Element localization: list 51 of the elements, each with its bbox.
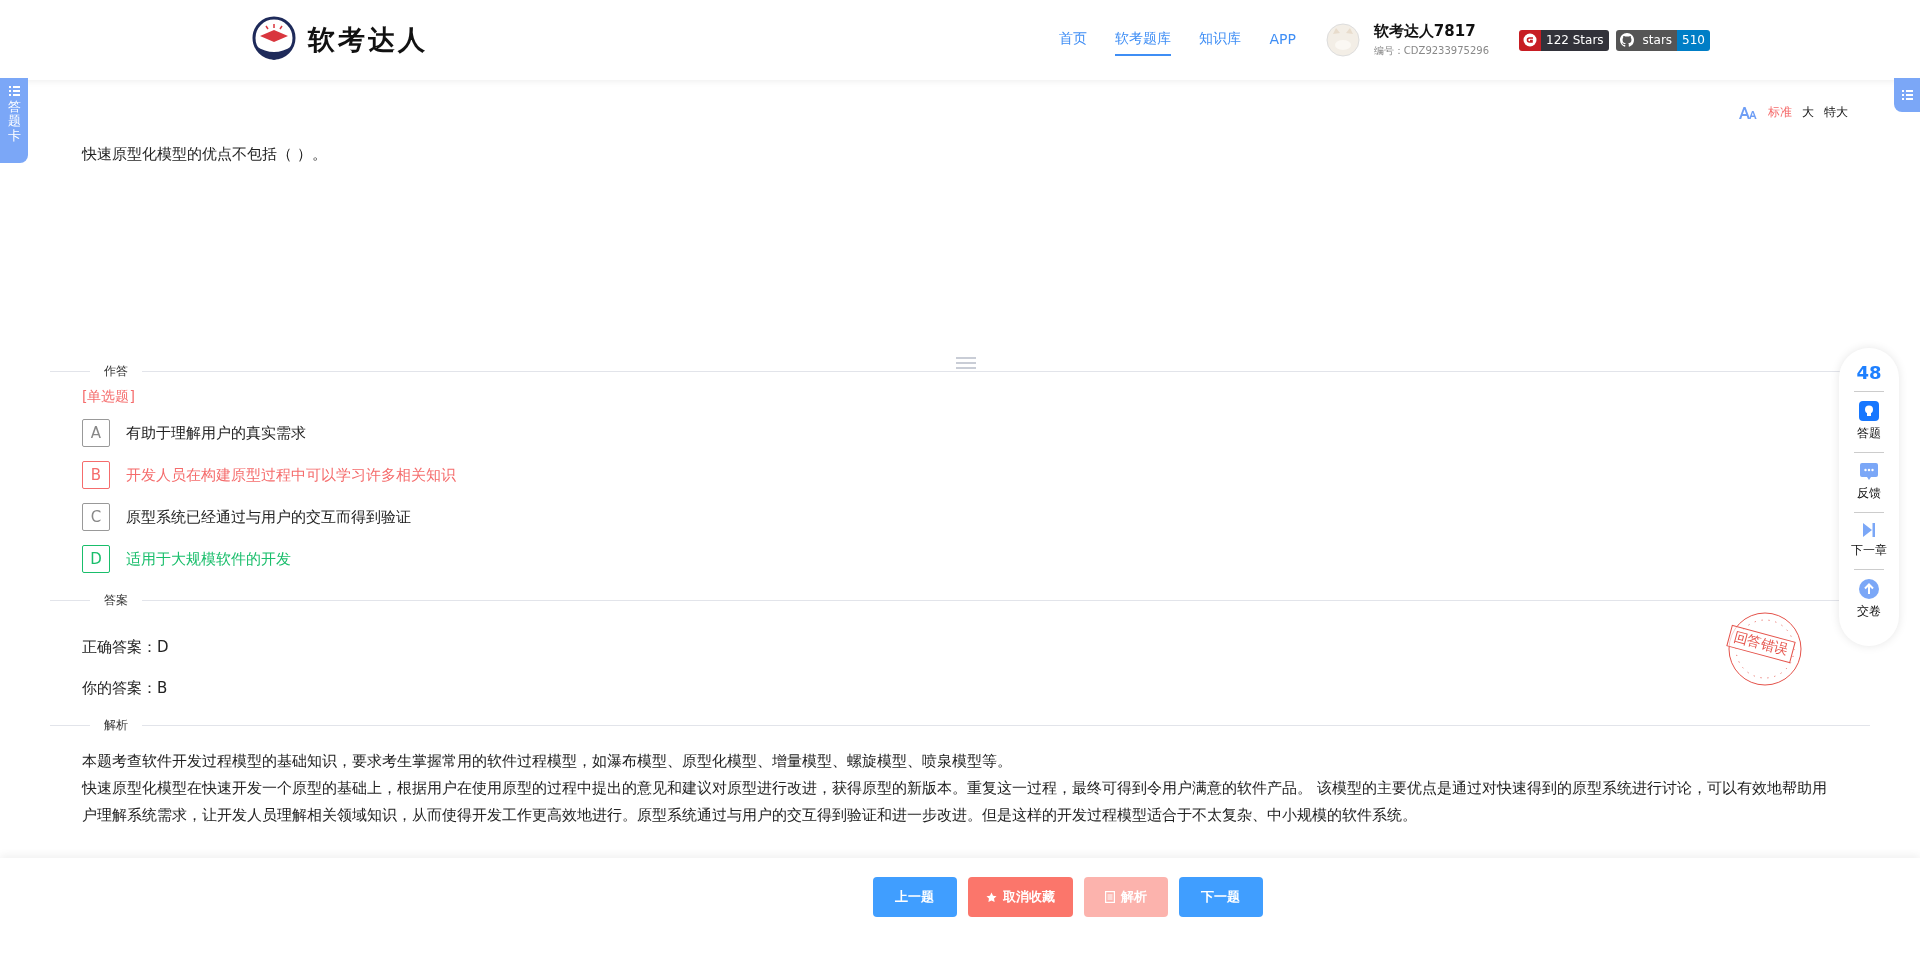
font-size-icon bbox=[1739, 106, 1758, 119]
nav-link[interactable]: 首页 bbox=[1059, 24, 1088, 56]
logo-text: 软考达人 bbox=[308, 23, 428, 57]
answer-card-tab[interactable]: 答题卡 bbox=[0, 78, 28, 163]
list-icon bbox=[1901, 90, 1913, 100]
stars-badge[interactable]: stars 510 bbox=[1615, 29, 1710, 51]
user-name: 软考达人7817 bbox=[1373, 22, 1477, 41]
nav-link[interactable]: APP bbox=[1269, 25, 1296, 55]
nav-link[interactable]: 知识库 bbox=[1199, 24, 1242, 56]
option-text[interactable]: 开发人员在构建原型过程中可以学习许多相关知识 bbox=[126, 465, 456, 485]
g-logo-icon bbox=[1523, 33, 1537, 47]
font-size-option[interactable]: 特大 bbox=[1824, 104, 1848, 121]
section-title: 解析 bbox=[104, 717, 128, 734]
side-action[interactable]: 交卷 bbox=[1857, 603, 1881, 620]
option-letter[interactable]: D bbox=[82, 545, 110, 573]
side-action[interactable]: 下一章 bbox=[1851, 542, 1887, 559]
analysis-paragraph: 本题考查软件开发过程模型的基础知识，要求考生掌握常用的软件过程模型，如瀑布模型、原型化模型、增量模型、螺旋模型、喷泉模型等。 bbox=[81, 751, 1013, 772]
chat-bubble-icon bbox=[1859, 462, 1879, 481]
option-text[interactable]: 原型系统已经通过与用户的交互而得到验证 bbox=[126, 507, 411, 527]
drag-handle-icon[interactable] bbox=[955, 356, 977, 370]
option-letter[interactable]: C bbox=[82, 503, 110, 531]
option-letter[interactable]: A bbox=[82, 419, 110, 447]
menu-tab[interactable] bbox=[1894, 78, 1920, 112]
font-size-option[interactable]: 标准 bbox=[1768, 104, 1792, 121]
side-action[interactable]: 答题 bbox=[1857, 425, 1881, 442]
lightbulb-icon bbox=[1859, 401, 1879, 421]
section-title: 答案 bbox=[104, 592, 128, 609]
option-text[interactable]: 有助于理解用户的真实需求 bbox=[126, 423, 306, 443]
font-size-option[interactable]: 大 bbox=[1802, 104, 1814, 121]
analysis-paragraph: 快速原型化模型在快速开发一个原型的基础上，根据用户在使用原型的过程中提出的意见和建议对原型进行改进，获得原型的新版本。重复这一过程，最终可得到令用户满意的软件产品。 该模型的主要优点是通过对快速得到的原型系统进行讨论，可以有效地帮助用户理解系统需求，让开发人员理解相关领域知识，从而使得开发工作更高效地进行。原型系统通过与用户的交互得到验证和进一步改进。但是这样的开发过程模型适合于不太复杂、中小规模的软件系统。 bbox=[80, 778, 1828, 826]
nav-link[interactable]: 软考题库 bbox=[1115, 24, 1172, 56]
skip-forward-icon bbox=[1862, 522, 1876, 538]
footer-button[interactable]: 下一题 bbox=[1178, 877, 1263, 917]
octocat-icon bbox=[1619, 33, 1634, 47]
your-answer: 你的答案：B bbox=[82, 678, 168, 699]
star-icon bbox=[985, 891, 997, 903]
document-icon bbox=[1104, 891, 1115, 903]
list-icon bbox=[8, 86, 20, 96]
question-number: 48 bbox=[1856, 362, 1882, 385]
wrong-answer-stamp: 回答错误 bbox=[1726, 624, 1796, 664]
option-letter[interactable]: B bbox=[82, 461, 110, 489]
footer-button[interactable]: 上一题 bbox=[872, 877, 957, 917]
footer-button[interactable]: 取消收藏 bbox=[967, 877, 1073, 917]
avatar bbox=[1325, 23, 1360, 57]
question-text: 快速原型化模型的优点不包括（ ）。 bbox=[80, 145, 328, 165]
user-id: 编号：CDZ9233975296 bbox=[1373, 44, 1489, 58]
correct-answer: 正确答案：D bbox=[82, 637, 169, 658]
side-action[interactable]: 反馈 bbox=[1857, 485, 1881, 502]
option-text[interactable]: 适用于大规模软件的开发 bbox=[126, 549, 291, 569]
question-type: [单选题] bbox=[82, 388, 135, 406]
section-title: 作答 bbox=[104, 363, 128, 380]
